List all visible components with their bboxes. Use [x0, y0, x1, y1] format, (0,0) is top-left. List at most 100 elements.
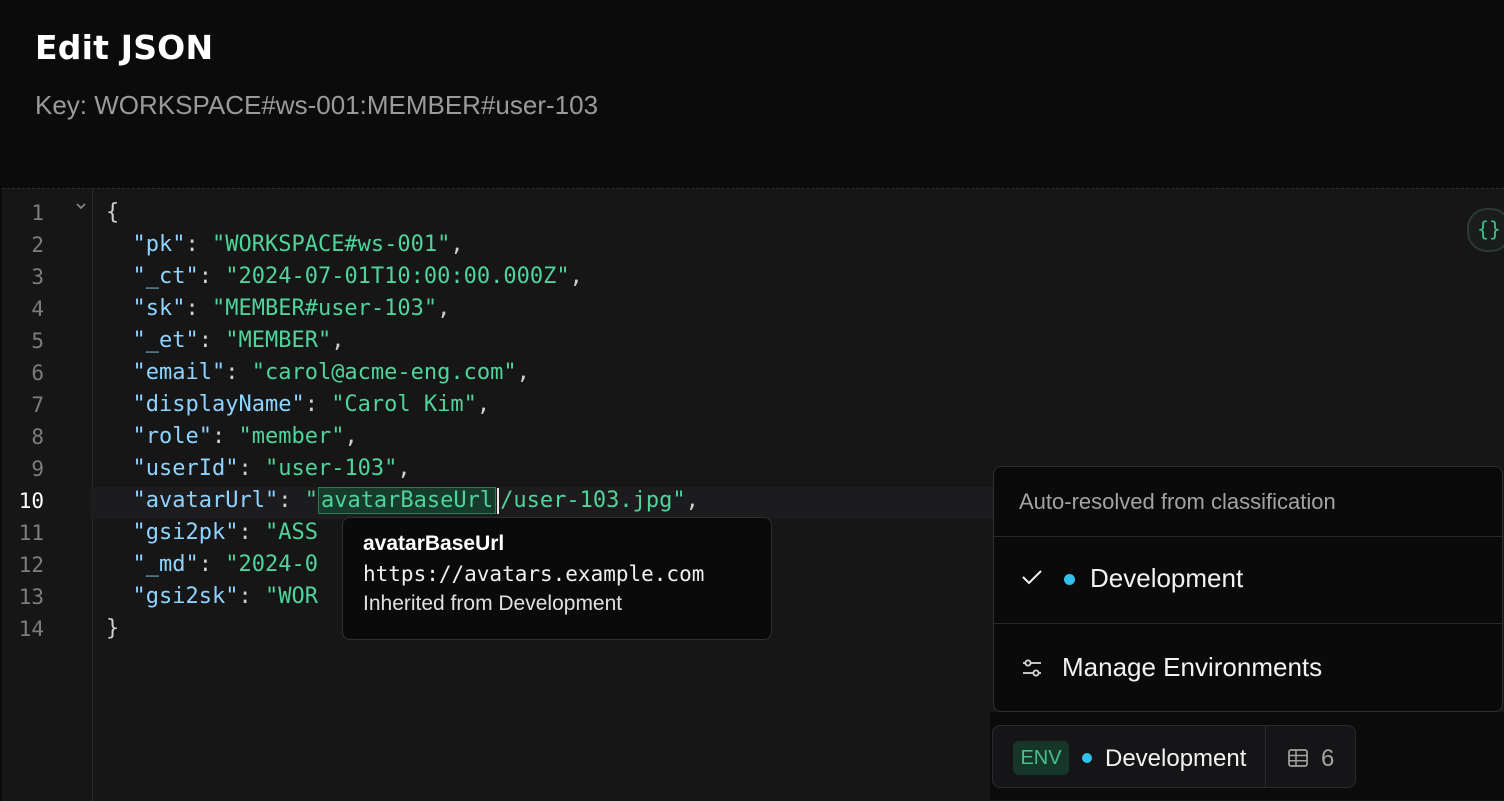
json-separator: :: [185, 296, 212, 321]
json-key: "gsi2sk": [132, 584, 239, 609]
line-number: 7: [31, 393, 44, 417]
line-number: 8: [31, 425, 44, 449]
json-value: "MEMBER#user-103": [211, 296, 438, 321]
line-number: 9: [31, 457, 44, 481]
json-value: "carol@acme-eng.com": [251, 360, 517, 385]
json-separator: :: [185, 232, 212, 257]
line-number: 13: [18, 585, 44, 609]
environment-status-bar[interactable]: ENV Development 6: [992, 725, 1356, 788]
json-separator: :: [198, 552, 226, 577]
code-line: "_md": "2024-0: [106, 549, 318, 581]
json-key: "role": [132, 424, 212, 449]
json-separator: :: [304, 392, 332, 417]
json-separator: :: [198, 264, 226, 289]
check-icon: [1022, 570, 1042, 585]
text-cursor: [497, 488, 500, 514]
code-line: "role": "member",: [106, 421, 358, 453]
line-number: 3: [31, 265, 44, 289]
line-number-active: 10: [18, 489, 44, 513]
code-line: "sk": "MEMBER#user-103",: [106, 293, 451, 325]
environment-dropdown: Auto-resolved from classification Develo…: [993, 466, 1503, 712]
code-line: "_ct": "2024-07-01T10:00:00.000Z",: [106, 261, 583, 293]
current-environment-label: Development: [1105, 745, 1247, 772]
variable-tooltip: avatarBaseUrl https://avatars.example.co…: [342, 517, 772, 640]
line-number: 1: [31, 201, 44, 225]
json-comma: ,: [685, 488, 699, 513]
json-value: "ASS: [264, 520, 318, 545]
json-separator: :: [238, 456, 265, 481]
json-value: "2024-0: [225, 552, 318, 577]
json-value-rest: /user-103.jpg": [500, 488, 686, 513]
json-key: "avatarUrl": [132, 488, 279, 513]
json-comma: ,: [516, 360, 530, 385]
item-key: Key: WORKSPACE#ws-001:MEMBER#user-103: [35, 90, 599, 120]
status-dot: [1064, 574, 1075, 585]
brace-close: }: [106, 616, 120, 641]
line-number: 11: [18, 521, 44, 545]
json-separator: :: [198, 328, 226, 353]
page-title: Edit JSON: [35, 28, 214, 67]
json-key: "email": [132, 360, 226, 385]
divider: [1265, 726, 1266, 787]
json-key: "_et": [132, 328, 199, 353]
json-key: "sk": [132, 296, 186, 321]
json-separator: :: [278, 488, 305, 513]
code-line: "email": "carol@acme-eng.com",: [106, 357, 530, 389]
json-separator: :: [211, 424, 239, 449]
manage-environments-label: Manage Environments: [1062, 652, 1323, 682]
table-icon: [1288, 749, 1308, 767]
fold-chevron-icon[interactable]: [74, 199, 88, 213]
json-comma: ,: [569, 264, 583, 289]
code-line-active: "avatarUrl": " avatarBaseUrl/user-103.jpg…: [106, 485, 699, 517]
line-number: 12: [18, 553, 44, 577]
line-number: 14: [18, 617, 44, 641]
code-line: "gsi2pk": "ASS: [106, 517, 318, 549]
json-value: "Carol Kim": [331, 392, 477, 417]
code-line: }: [106, 613, 119, 645]
json-comma: ,: [331, 328, 345, 353]
brace-open: {: [106, 200, 120, 225]
json-key: "userId": [132, 456, 239, 481]
environment-option-development[interactable]: Development: [994, 537, 1502, 623]
code-line: "userId": "user-103",: [106, 453, 411, 485]
json-comma: ,: [344, 424, 358, 449]
env-variable-token[interactable]: avatarBaseUrl: [317, 487, 497, 514]
code-line: "_et": "MEMBER",: [106, 325, 345, 357]
line-number: 2: [31, 233, 44, 257]
json-comma: ,: [450, 232, 464, 257]
manage-environments-item[interactable]: Manage Environments: [994, 624, 1502, 711]
json-value: "MEMBER": [225, 328, 332, 353]
json-key: "displayName": [132, 392, 305, 417]
dialog-header: Edit JSON Key: WORKSPACE#ws-001:MEMBER#u…: [0, 0, 1504, 188]
line-number: 5: [31, 329, 44, 353]
tooltip-inherited-note: Inherited from Development: [363, 592, 623, 615]
json-separator: :: [238, 584, 265, 609]
json-key: "_md": [132, 552, 199, 577]
json-key: "pk": [132, 232, 186, 257]
json-value: "member": [238, 424, 345, 449]
json-separator: :: [238, 520, 265, 545]
env-badge: ENV: [1013, 741, 1069, 775]
environment-option-label: Development: [1090, 563, 1244, 593]
json-key: "gsi2pk": [132, 520, 239, 545]
json-value: "WORKSPACE#ws-001": [211, 232, 451, 257]
json-value: "2024-07-01T10:00:00.000Z": [225, 264, 570, 289]
code-line: {: [106, 197, 119, 229]
json-comma: ,: [397, 456, 411, 481]
code-line: "pk": "WORKSPACE#ws-001",: [106, 229, 464, 261]
json-key: "_ct": [132, 264, 199, 289]
line-number: 6: [31, 361, 44, 385]
json-value: "WOR: [264, 584, 318, 609]
line-gutter: 1 2 3 4 5 6 7 8 9 10 11 12 13 14: [2, 189, 93, 801]
json-value-open: ": [304, 488, 318, 513]
json-value: "user-103": [264, 456, 398, 481]
line-number: 4: [31, 297, 44, 321]
curly-braces-icon[interactable]: {}: [1467, 208, 1504, 252]
variable-count: 6: [1321, 745, 1335, 772]
dropdown-header: Auto-resolved from classification: [1019, 489, 1336, 514]
sliders-icon: [1023, 659, 1041, 677]
code-line: "displayName": "Carol Kim",: [106, 389, 491, 421]
code-line: "gsi2sk": "WOR: [106, 581, 318, 613]
json-comma: ,: [476, 392, 491, 417]
tooltip-variable-value: https://avatars.example.com: [363, 562, 705, 586]
